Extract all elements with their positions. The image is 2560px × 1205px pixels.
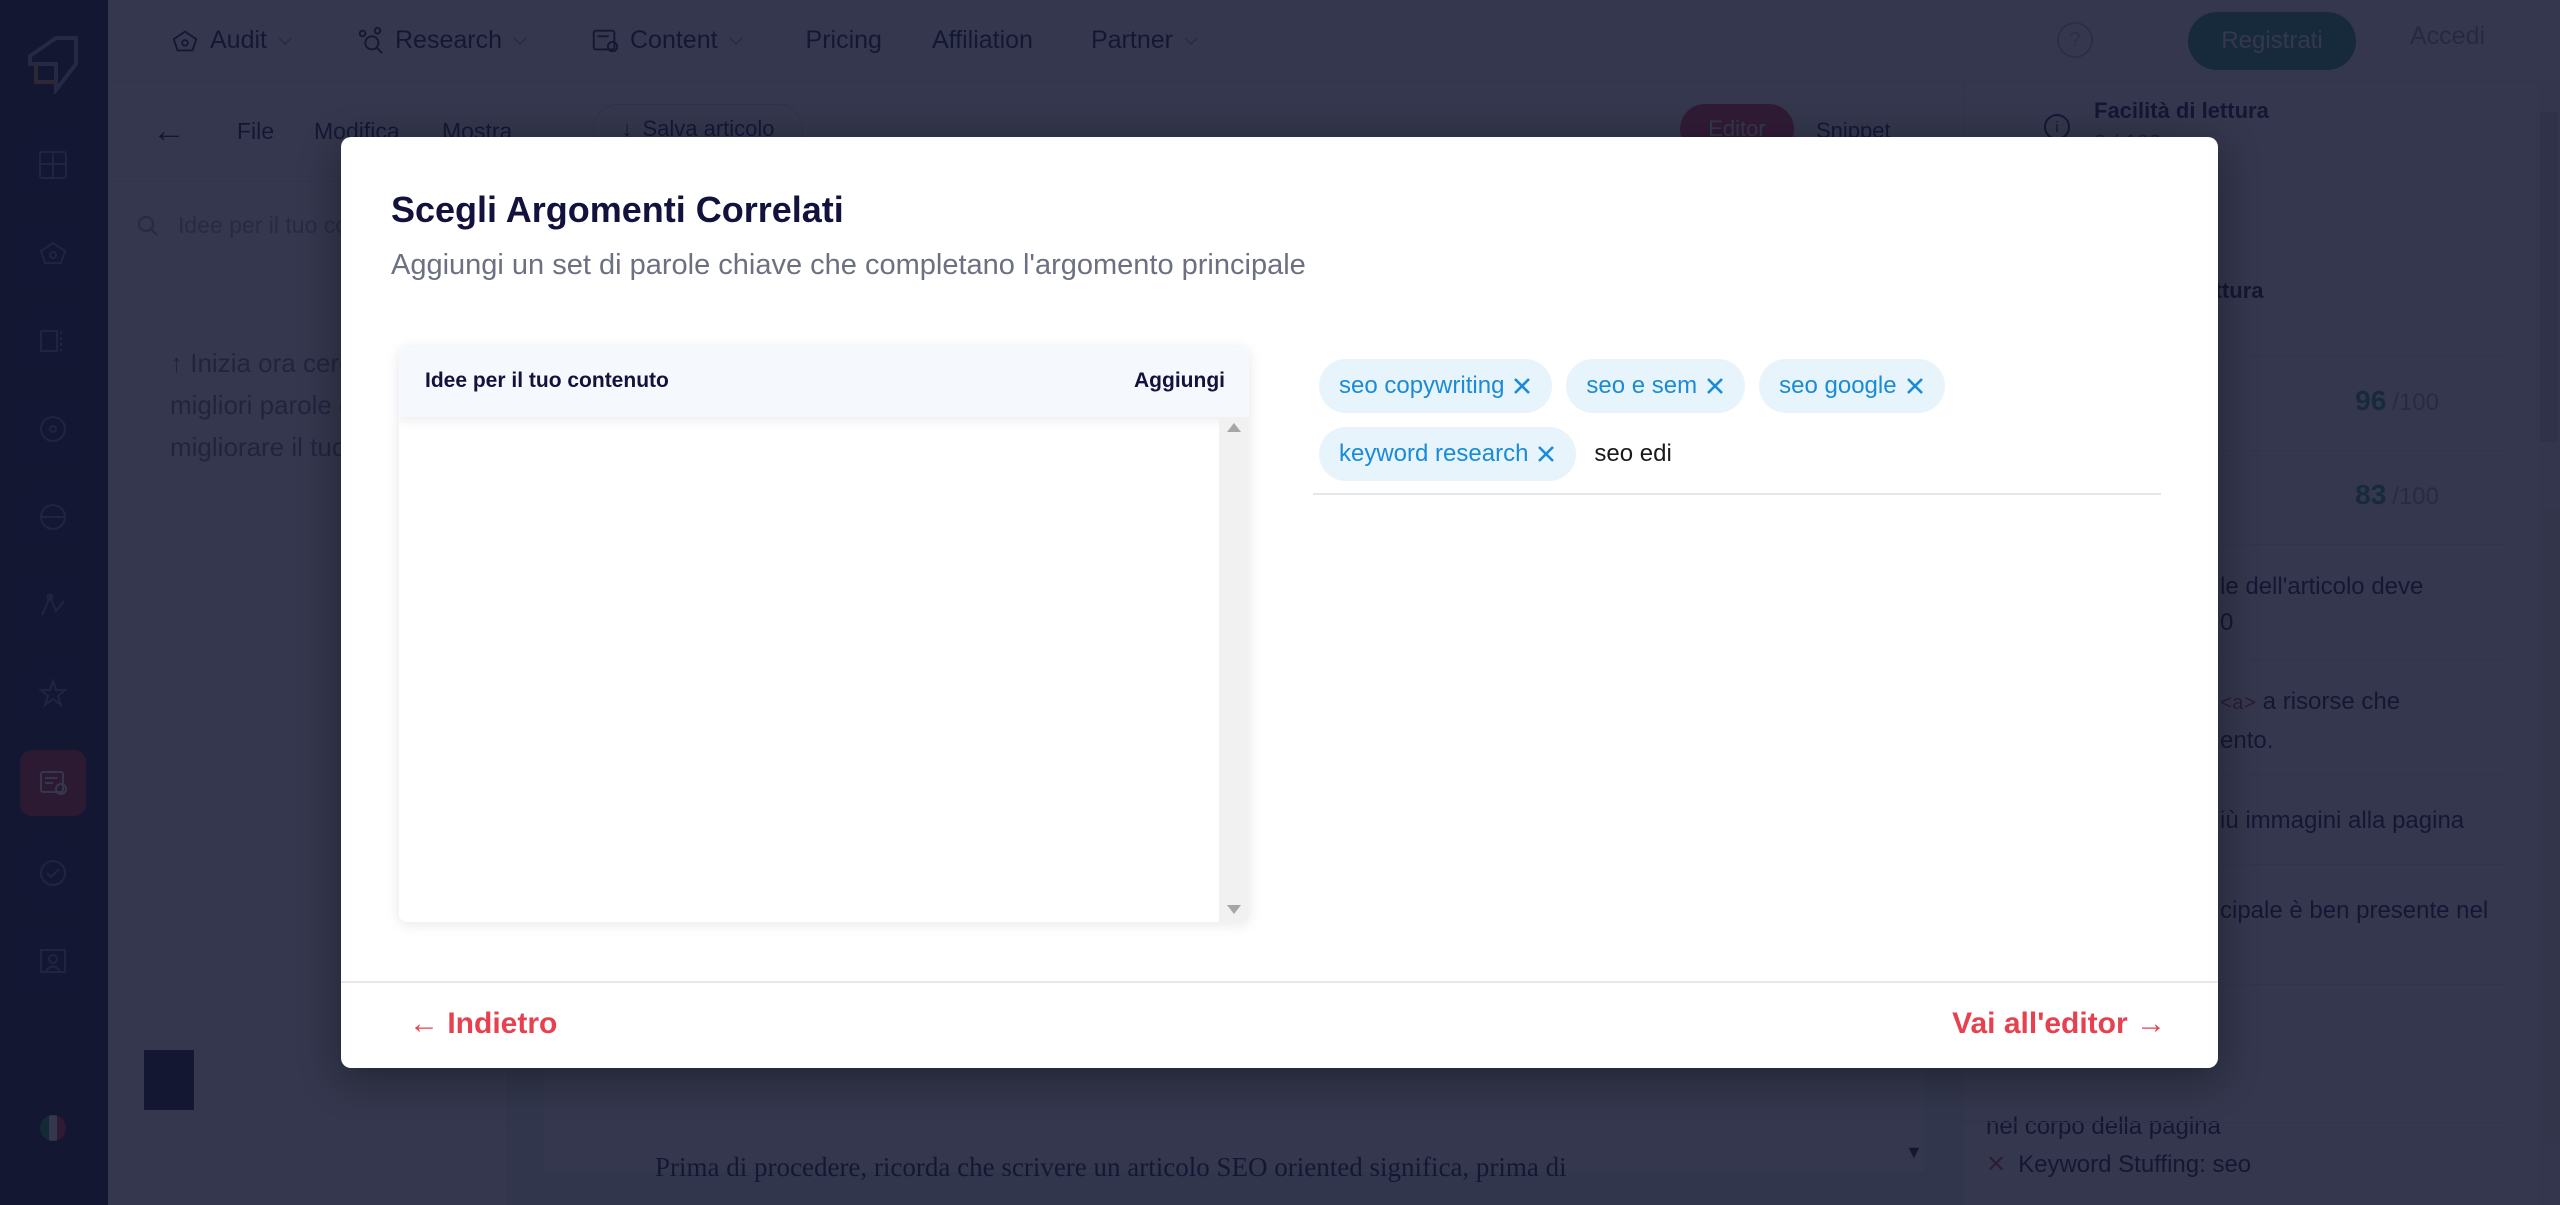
scroll-up-icon[interactable] — [1227, 423, 1241, 432]
scroll-down-icon[interactable] — [1227, 905, 1241, 914]
remove-tag-icon[interactable] — [1512, 376, 1532, 396]
keyword-tag-label: seo google — [1779, 372, 1897, 399]
keyword-tag-label: seo e sem — [1586, 372, 1698, 399]
keyword-tag: seo copywriting — [1319, 359, 1553, 413]
remove-tag-icon[interactable] — [1536, 444, 1556, 464]
back-button[interactable]: ← Indietro — [409, 1007, 557, 1041]
keyword-tag-input[interactable] — [1590, 427, 1891, 481]
go-to-editor-button[interactable]: Vai all'editor → — [1952, 1007, 2166, 1041]
keyword-tags-field[interactable]: seo copywriting seo e sem seo google key… — [1313, 359, 2161, 495]
remove-tag-icon[interactable] — [1905, 376, 1925, 396]
content-ideas-header: Idee per il tuo contenuto Aggiungi — [399, 347, 1249, 417]
keyword-tag-label: seo copywriting — [1339, 372, 1505, 399]
remove-tag-icon[interactable] — [1705, 376, 1725, 396]
keyword-tag: seo e sem — [1566, 359, 1746, 413]
add-column-header: Aggiungi — [1134, 369, 1225, 392]
content-ideas-scrollbar[interactable] — [1219, 417, 1249, 922]
modal-subtitle: Aggiungi un set di parole chiave che com… — [391, 249, 1306, 281]
related-topics-modal: Scegli Argomenti Correlati Aggiungi un s… — [341, 137, 2218, 1068]
content-ideas-title: Idee per il tuo contenuto — [425, 369, 669, 392]
keyword-tag-label: keyword research — [1339, 440, 1529, 467]
modal-title: Scegli Argomenti Correlati — [391, 189, 844, 230]
keyword-tag: seo google — [1759, 359, 1945, 413]
modal-footer: ← Indietro Vai all'editor → — [341, 981, 2218, 1068]
content-ideas-list: Idee per il tuo contenuto Aggiungi — [399, 347, 1249, 922]
keyword-tag: keyword research — [1319, 427, 1577, 481]
